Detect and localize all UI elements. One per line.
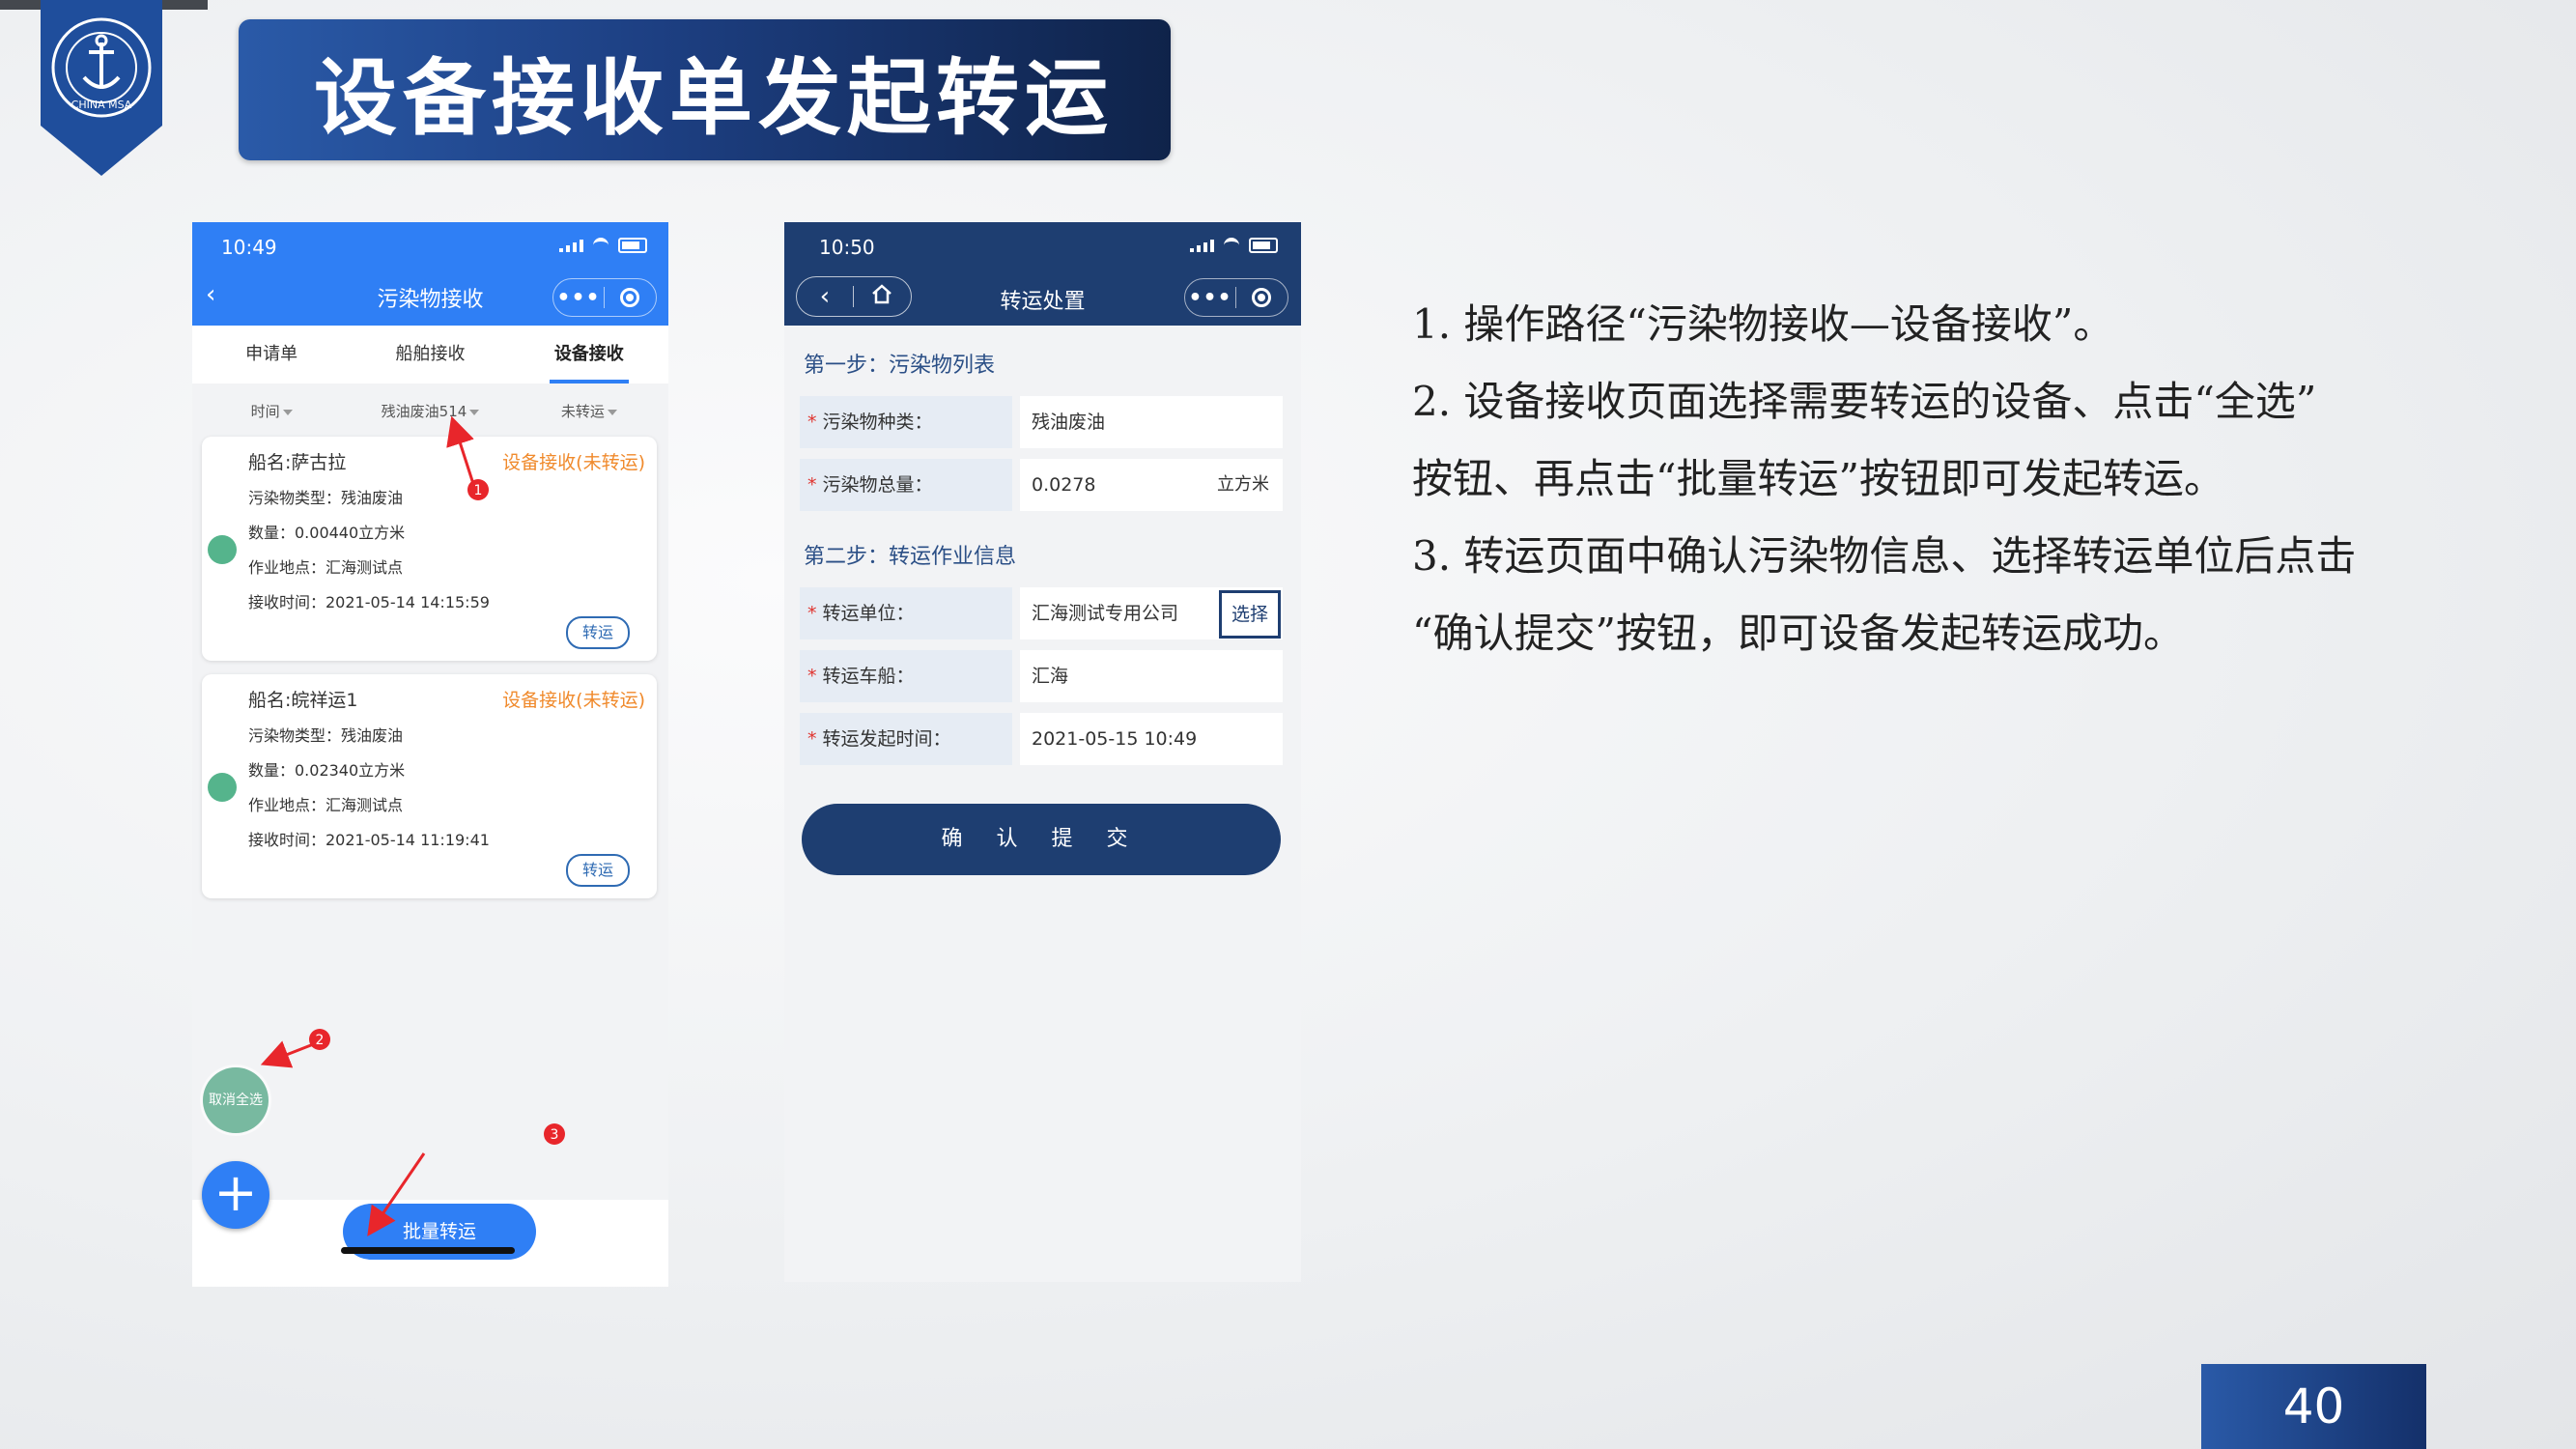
signal-icon xyxy=(1190,239,1214,252)
slide-title-box: 设备接收单发起转运 xyxy=(239,19,1171,160)
field-label: 污染物种类： xyxy=(822,412,933,433)
unit-label: 立方米 xyxy=(1217,474,1269,495)
miniprogram-capsule: ••• xyxy=(1184,278,1288,317)
marker-1-label: 1 xyxy=(474,483,483,498)
page-number: 40 xyxy=(2201,1364,2426,1449)
slide-title: 设备接收单发起转运 xyxy=(314,49,1114,147)
field-label: 转运车船： xyxy=(822,666,915,687)
annotation-arrows: 1 2 3 xyxy=(260,415,565,1236)
close-miniprogram-icon[interactable] xyxy=(1236,288,1287,307)
confirm-submit-button[interactable]: 确 认 提 交 xyxy=(802,804,1281,875)
more-icon[interactable]: ••• xyxy=(1185,286,1235,310)
phone-screenshot-transfer: 10:50 ‹ 转运处置 ••• 第一步：污染物列表 * 污染物种类： 残油废油 … xyxy=(784,222,1301,1282)
status-time: 10:50 xyxy=(819,236,875,259)
marker-3-label: 3 xyxy=(551,1127,559,1143)
form-row-pollutant-type: * 污染物种类： 残油废油 xyxy=(800,396,1283,448)
status-icons xyxy=(1190,238,1278,253)
instruction-line-3a: 3. 转运页面中确认污染物信息、选择转运单位后点击 xyxy=(1412,532,2357,580)
battery-icon xyxy=(1249,238,1278,253)
transfer-vehicle-input[interactable]: 汇海 xyxy=(1020,650,1283,702)
form-row-transfer-time: * 转运发起时间： 2021-05-15 10:49 xyxy=(800,713,1283,765)
field-label: 转运发起时间： xyxy=(822,728,951,750)
field-label: 转运单位： xyxy=(822,603,915,624)
phone2-header: 10:50 ‹ 转运处置 ••• xyxy=(784,222,1301,326)
form-row-pollutant-total: * 污染物总量： 0.0278 立方米 xyxy=(800,459,1283,511)
field-label: 污染物总量： xyxy=(822,474,933,496)
logo-text: CHINA MSA xyxy=(71,99,132,111)
arrow-1 xyxy=(446,415,476,488)
select-company-button[interactable]: 选择 xyxy=(1219,590,1281,639)
form-row-transfer-vehicle: * 转运车船： 汇海 xyxy=(800,650,1283,702)
wifi-icon xyxy=(1224,238,1239,253)
arrow-2 xyxy=(260,1040,317,1068)
arrow-3 xyxy=(367,1152,426,1236)
phone-screenshot-device-receive: 10:49 ‹ 污染物接收 ••• 申请单 船舶接收 设备接收 时间 残油废油5… xyxy=(192,222,668,1287)
step1-heading: 第一步：污染物列表 xyxy=(804,354,996,378)
logo-banner: CHINA MSA xyxy=(41,0,162,176)
form-row-transfer-company: * 转运单位： 汇海测试专用公司 选择 xyxy=(800,587,1283,639)
instruction-line-3b: “确认提交”按钮，即可设备发起转运成功。 xyxy=(1412,610,2184,657)
instruction-line-2a: 2. 设备接收页面选择需要转运的设备、点击“全选” xyxy=(1412,378,2317,425)
step2-heading: 第二步：转运作业信息 xyxy=(804,545,1017,569)
pollutant-type-value: 残油废油 xyxy=(1020,396,1283,448)
marker-2-label: 2 xyxy=(316,1033,325,1048)
instruction-line-1: 1. 操作路径“污染物接收—设备接收”。 xyxy=(1412,300,2114,348)
instruction-line-2b: 按钮、再点击“批量转运”按钮即可发起转运。 xyxy=(1412,455,2224,502)
transfer-time-input[interactable]: 2021-05-15 10:49 xyxy=(1020,713,1283,765)
